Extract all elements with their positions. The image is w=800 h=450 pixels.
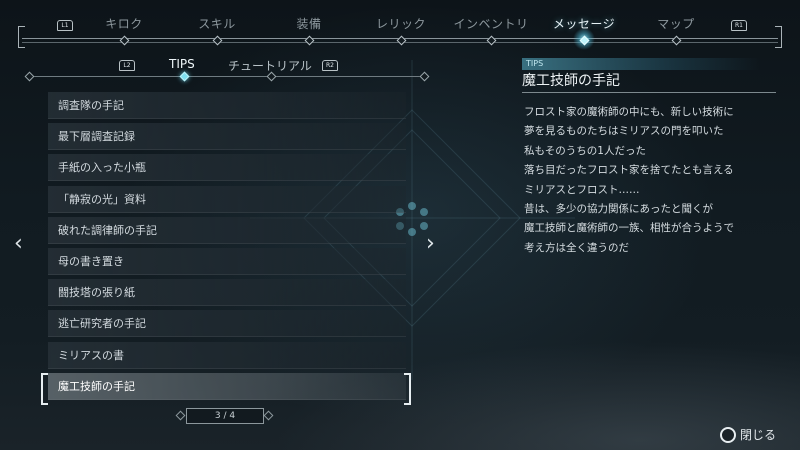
tips-list: 調査隊の手記 最下層調査記録 手紙の入った小瓶 「静寂の光」資料 破れた調律師の… — [48, 92, 406, 404]
detail-title-divider — [522, 92, 776, 93]
page-indicator: 3 / 4 — [175, 407, 274, 424]
tab-relic[interactable]: レリック — [361, 15, 441, 32]
detail-line: ミリアスとフロスト…… — [524, 183, 640, 196]
subtab-rail-end-left — [24, 71, 35, 82]
tab-tips[interactable]: TIPS — [169, 57, 195, 71]
selection-bracket-right — [404, 373, 411, 405]
list-item-selected[interactable]: 魔工技師の手記 — [48, 372, 406, 400]
nav-right-bracket — [775, 26, 782, 48]
subtab-rail — [28, 76, 424, 77]
l1-button-hint[interactable]: L1 — [57, 20, 73, 31]
list-item[interactable]: 「静寂の光」資料 — [48, 185, 406, 213]
detail-line: フロスト家の魔術師の中にも、新しい技術に — [524, 106, 734, 118]
tab-kiroku[interactable]: キロク — [84, 15, 164, 32]
tab-equipment[interactable]: 装備 — [269, 15, 349, 32]
page-number: 3 / 4 — [186, 408, 264, 424]
close-label: 閉じる — [740, 428, 777, 442]
tab-map[interactable]: マップ — [636, 15, 716, 32]
list-item[interactable]: 母の書き置き — [48, 247, 406, 275]
list-item[interactable]: 手紙の入った小瓶 — [48, 154, 406, 182]
r1-button-hint[interactable]: R1 — [731, 20, 747, 31]
detail-line: 考え方は全く違うのだ — [524, 241, 629, 254]
pager-left-diamond — [175, 410, 186, 421]
list-item[interactable]: 最下層調査記録 — [48, 123, 406, 151]
list-item[interactable]: 闘技塔の張り紙 — [48, 279, 406, 307]
subtab-rail-end-right — [419, 71, 430, 82]
chevron-left-icon[interactable]: ‹ — [14, 233, 23, 255]
tab-skill[interactable]: スキル — [177, 15, 257, 32]
detail-line: 昔は、多少の協力関係にあったと聞くが — [524, 203, 713, 216]
subtab-marker-tips — [179, 71, 190, 82]
detail-line: 私もそのうちの1人だった — [524, 144, 646, 157]
l2-button-hint[interactable]: L2 — [119, 60, 135, 71]
list-item[interactable]: 逃亡研究者の手記 — [48, 310, 406, 338]
nav-left-bracket — [18, 26, 25, 48]
detail-body: フロスト家の魔術師の中にも、新しい技術に 夢を見るものたちはミリアスの門を叩いた… — [524, 103, 784, 258]
tab-inventory[interactable]: インベントリ — [451, 15, 531, 32]
category-badge: TIPS — [522, 58, 760, 70]
list-item[interactable]: 破れた調律師の手記 — [48, 216, 406, 244]
list-item[interactable]: ミリアスの書 — [48, 341, 406, 369]
chevron-right-icon[interactable]: › — [426, 233, 435, 255]
detail-line: 魔工技師と魔術師の一族、相性が合うようで — [524, 222, 734, 235]
selection-bracket-left — [41, 373, 48, 405]
top-navigation: L1 R1 キロク スキル 装備 レリック インベントリ メッセージ マップ — [0, 0, 800, 52]
detail-line: 落ち目だったフロスト家を捨てたとも言える — [524, 164, 734, 177]
list-item[interactable]: 調査隊の手記 — [48, 92, 406, 119]
detail-title: 魔工技師の手記 — [522, 73, 620, 89]
circle-button-icon — [720, 427, 736, 443]
detail-line: 夢を見るものたちはミリアスの門を叩いた — [524, 125, 724, 138]
pager-right-diamond — [263, 410, 274, 421]
r2-button-hint[interactable]: R2 — [322, 60, 338, 71]
